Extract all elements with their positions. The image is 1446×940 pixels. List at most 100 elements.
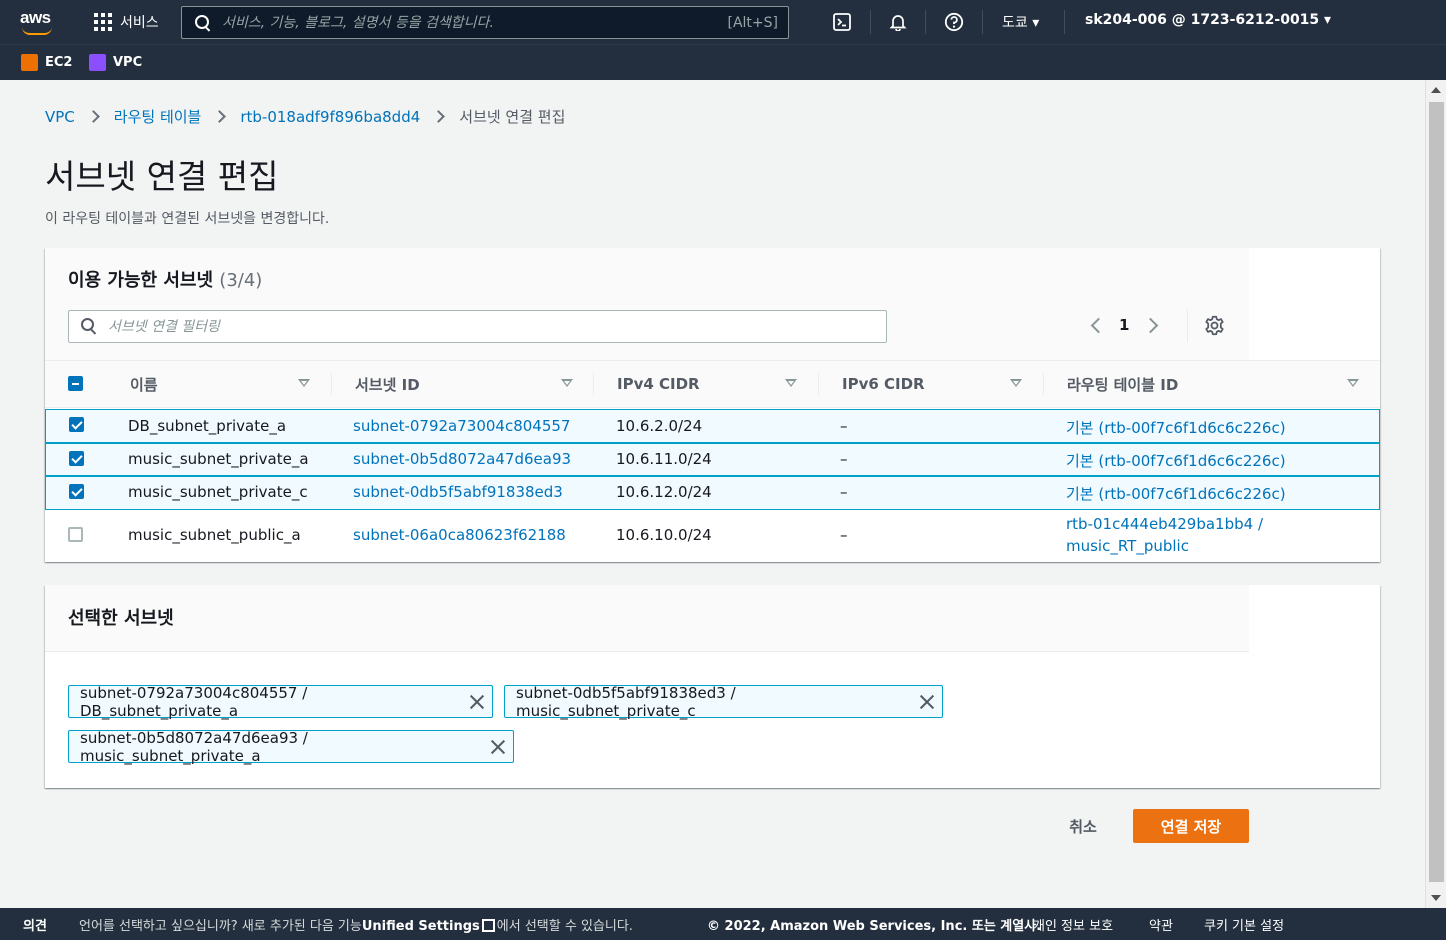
bell-icon[interactable] xyxy=(887,11,909,33)
grid-icon xyxy=(94,13,112,31)
subnet-name: DB_subnet_private_a xyxy=(128,417,287,435)
scrollbar[interactable] xyxy=(1425,80,1446,908)
subnet-filter[interactable] xyxy=(68,310,887,343)
terms-link[interactable]: 약관 xyxy=(1149,915,1173,934)
subnet-token: subnet-0792a73004c804557 / DB_subnet_pri… xyxy=(68,683,493,720)
subnet-id-link[interactable]: subnet-0792a73004c804557 xyxy=(353,417,570,435)
ipv4-cidr: 10.6.10.0/24 xyxy=(616,526,712,544)
table-row[interactable]: music_subnet_private_c subnet-0db5f5abf9… xyxy=(45,476,1380,510)
select-all-checkbox[interactable] xyxy=(68,376,83,391)
ipv6-cidr: – xyxy=(840,483,848,501)
favorite-ec2[interactable]: EC2 xyxy=(21,54,72,71)
region-selector[interactable]: 도쿄 ▾ xyxy=(1002,12,1039,32)
sort-icon xyxy=(561,379,573,387)
scroll-down-icon[interactable] xyxy=(1431,895,1441,901)
column-subnet-id-label: 서브넷 ID xyxy=(355,375,420,394)
column-subnet-id[interactable]: 서브넷 ID xyxy=(355,361,573,407)
subnet-token-label: subnet-0db5f5abf91838ed3 / music_subnet_… xyxy=(516,683,736,720)
account-menu[interactable]: sk204-006 @ 1723-6212-0015 ▾ xyxy=(1085,12,1331,28)
table-row[interactable]: music_subnet_private_a subnet-0b5d8072a4… xyxy=(45,443,1380,476)
subnet-id-link[interactable]: subnet-0b5d8072a47d6ea93 xyxy=(353,450,571,468)
row-checkbox[interactable] xyxy=(68,527,83,542)
pagination: 1 xyxy=(1085,314,1163,336)
copyright: © 2022, Amazon Web Services, Inc. 또는 계열사… xyxy=(707,919,1042,934)
services-label: 서비스 xyxy=(120,15,159,31)
route-table-link[interactable]: 기본 (rtb-00f7c6f1d6c6c226c) xyxy=(1066,483,1286,504)
row-checkbox[interactable] xyxy=(69,417,84,432)
subnet-name: music_subnet_private_c xyxy=(128,483,308,501)
services-menu-button[interactable]: 서비스 xyxy=(94,12,159,32)
search-icon xyxy=(194,14,212,32)
subnet-token-label: subnet-0792a73004c804557 / DB_subnet_pri… xyxy=(80,683,308,720)
footer: 의견 언어를 선택하고 싶으십니까? 새로 추가된 다음 기능Unified S… xyxy=(0,908,1446,940)
selected-subnets-title: 선택한 서브넷 xyxy=(68,608,174,629)
global-search[interactable]: [Alt+S] xyxy=(181,6,789,39)
selected-count: (3/4) xyxy=(219,270,263,291)
global-search-input[interactable] xyxy=(212,14,728,31)
table-row[interactable]: music_subnet_public_a subnet-06a0ca80623… xyxy=(45,510,1380,562)
ipv6-cidr: – xyxy=(840,450,848,468)
route-table-link[interactable]: rtb-01c444eb429ba1bb4 / xyxy=(1066,515,1263,533)
subnet-id-link[interactable]: subnet-06a0ca80623f62188 xyxy=(353,526,566,544)
language-notice: 언어를 선택하고 싶으십니까? 새로 추가된 다음 기능Unified Sett… xyxy=(79,915,633,934)
ec2-icon xyxy=(21,54,38,71)
sort-icon xyxy=(1010,379,1022,387)
route-table-link-name[interactable]: music_RT_public xyxy=(1066,537,1189,555)
chevron-right-icon xyxy=(432,110,446,123)
breadcrumb-current: 서브넷 연결 편집 xyxy=(459,108,566,126)
column-ipv6-cidr[interactable]: IPv6 CIDR xyxy=(842,361,1022,407)
breadcrumb-vpc[interactable]: VPC xyxy=(45,108,75,126)
table-row[interactable]: DB_subnet_private_a subnet-0792a73004c80… xyxy=(45,409,1380,443)
column-route-table-label: 라우팅 테이블 ID xyxy=(1067,375,1179,394)
sort-icon xyxy=(1347,379,1359,387)
sort-icon xyxy=(785,379,797,387)
close-icon[interactable] xyxy=(469,694,484,710)
subnet-filter-input[interactable] xyxy=(98,318,886,335)
column-ipv6-label: IPv6 CIDR xyxy=(842,375,925,393)
favorites-bar: EC2 VPC xyxy=(0,44,1446,80)
help-icon[interactable] xyxy=(943,11,965,33)
breadcrumb-route-tables[interactable]: 라우팅 테이블 xyxy=(114,106,202,127)
available-subnets-title-text: 이용 가능한 서브넷 xyxy=(68,270,214,291)
column-name-label: 이름 xyxy=(130,375,158,394)
chevron-right-icon xyxy=(86,110,100,123)
page-number[interactable]: 1 xyxy=(1119,316,1129,334)
cookie-preferences-link[interactable]: 쿠키 기본 설정 xyxy=(1204,915,1284,934)
chevron-left-icon[interactable] xyxy=(1085,314,1107,336)
gear-icon[interactable] xyxy=(1204,315,1225,336)
route-table-link[interactable]: 기본 (rtb-00f7c6f1d6c6c226c) xyxy=(1066,417,1286,438)
close-icon[interactable] xyxy=(919,694,934,710)
available-subnets-title: 이용 가능한 서브넷 (3/4) xyxy=(68,266,262,292)
search-shortcut: [Alt+S] xyxy=(727,14,779,31)
scroll-up-icon[interactable] xyxy=(1431,87,1441,93)
vpc-icon xyxy=(89,54,106,71)
save-associations-button[interactable]: 연결 저장 xyxy=(1133,809,1249,843)
route-table-link[interactable]: 기본 (rtb-00f7c6f1d6c6c226c) xyxy=(1066,450,1286,471)
page-description: 이 라우팅 테이블과 연결된 서브넷을 변경합니다. xyxy=(45,211,330,227)
subnet-token: subnet-0db5f5abf91838ed3 / music_subnet_… xyxy=(504,683,943,720)
subnet-name: music_subnet_public_a xyxy=(128,526,301,544)
unified-settings-link[interactable]: Unified Settings xyxy=(362,919,480,934)
cloudshell-icon[interactable] xyxy=(831,11,853,33)
privacy-link[interactable]: 개인 정보 보호 xyxy=(1033,915,1113,934)
breadcrumb: VPC 라우팅 테이블 rtb-018adf9f896ba8dd4 서브넷 연결… xyxy=(45,106,565,127)
column-ipv4-cidr[interactable]: IPv4 CIDR xyxy=(617,361,797,407)
aws-logo[interactable]: aws xyxy=(20,8,58,36)
ipv6-cidr: – xyxy=(840,526,848,544)
chevron-right-icon[interactable] xyxy=(1141,314,1163,336)
cancel-button[interactable]: 취소 xyxy=(1055,811,1111,841)
column-route-table-id[interactable]: 라우팅 테이블 ID xyxy=(1067,361,1359,407)
subnet-token: subnet-0b5d8072a47d6ea93 / music_subnet_… xyxy=(68,729,514,765)
chevron-right-icon xyxy=(213,110,227,123)
breadcrumb-route-table-id[interactable]: rtb-018adf9f896ba8dd4 xyxy=(240,108,420,126)
row-checkbox[interactable] xyxy=(69,484,84,499)
column-name[interactable]: 이름 xyxy=(130,361,310,407)
favorite-vpc[interactable]: VPC xyxy=(89,54,142,71)
row-checkbox[interactable] xyxy=(69,451,84,466)
close-icon[interactable] xyxy=(490,739,505,755)
sort-icon xyxy=(298,379,310,387)
column-ipv4-label: IPv4 CIDR xyxy=(617,375,700,393)
subnet-id-link[interactable]: subnet-0db5f5abf91838ed3 xyxy=(353,483,563,501)
scroll-thumb[interactable] xyxy=(1429,102,1444,882)
feedback-link[interactable]: 의견 xyxy=(23,915,47,934)
